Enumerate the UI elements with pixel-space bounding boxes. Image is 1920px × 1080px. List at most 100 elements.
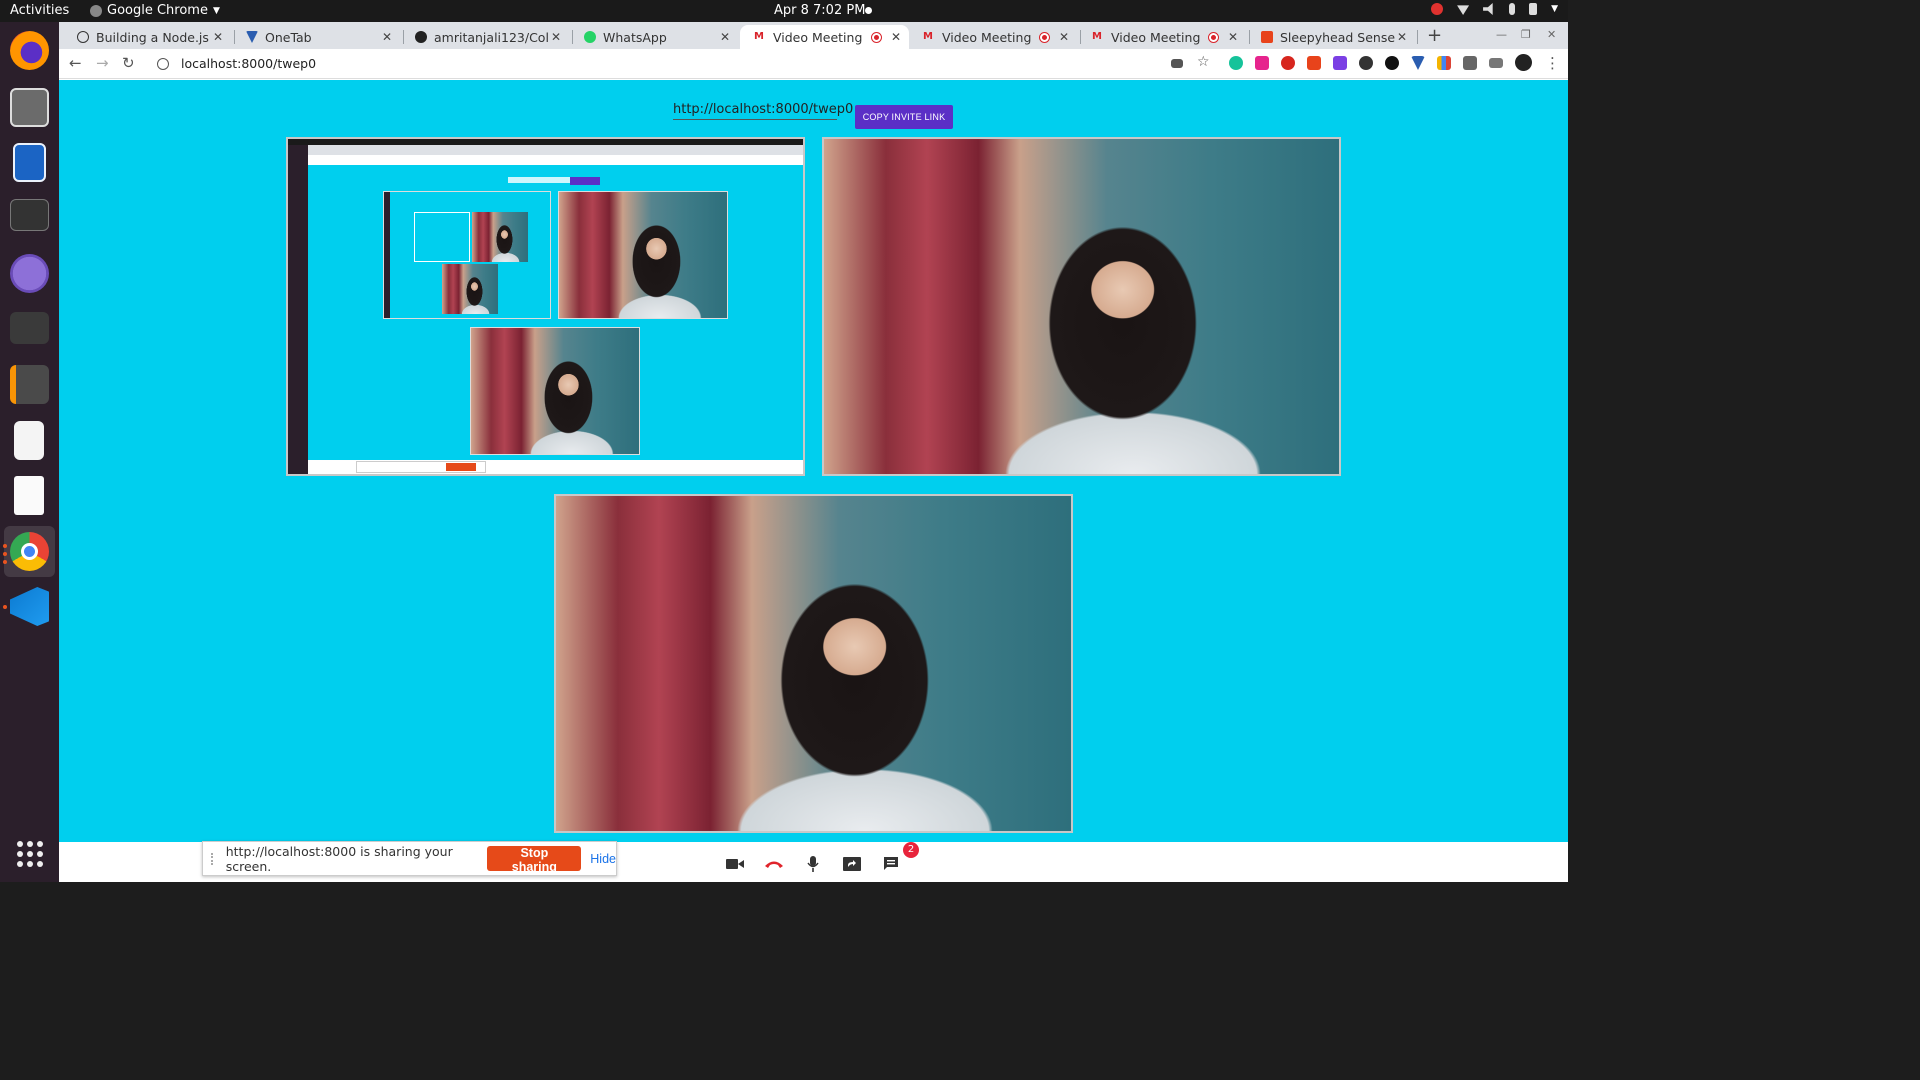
- tab-title: amritanjali123/Collal: [434, 29, 549, 45]
- document-icon[interactable]: [14, 421, 44, 460]
- nested-tab-strip: [308, 145, 803, 155]
- megaphone-icon[interactable]: [1307, 56, 1321, 70]
- show-applications-icon[interactable]: [17, 841, 43, 867]
- reload-icon[interactable]: ↻: [122, 54, 135, 72]
- tab-video-meeting-2[interactable]: M Video Meeting ✕: [909, 25, 1077, 49]
- hide-button[interactable]: Hide: [590, 852, 616, 866]
- tab-title: Video Meeting: [942, 29, 1032, 45]
- terminal-icon[interactable]: [10, 199, 49, 231]
- screen-share-video[interactable]: [286, 137, 805, 476]
- tab-video-meeting-active[interactable]: M Video Meeting ✕: [740, 25, 909, 49]
- adblock-icon[interactable]: [1281, 56, 1295, 70]
- chevron-down-icon[interactable]: ▼: [1551, 4, 1558, 14]
- tab-sleepyhead[interactable]: Sleepyhead Sense - T ✕: [1247, 25, 1415, 49]
- chrome-icon[interactable]: [4, 526, 55, 577]
- whatsapp-icon: [584, 31, 596, 43]
- close-icon[interactable]: ✕: [1395, 30, 1409, 44]
- onetab-icon: [246, 31, 258, 43]
- forward-icon[interactable]: →: [96, 54, 109, 72]
- tab-github[interactable]: amritanjali123/Collal ✕: [401, 25, 569, 49]
- sublime-text-icon[interactable]: [10, 365, 49, 404]
- close-icon[interactable]: ✕: [1057, 30, 1071, 44]
- bookmark-star-icon[interactable]: ☆: [1197, 54, 1210, 70]
- close-icon[interactable]: ✕: [211, 30, 225, 44]
- tab-onetab[interactable]: OneTab ✕: [232, 25, 400, 49]
- onetab-icon[interactable]: [1411, 56, 1425, 70]
- do-not-disturb-icon[interactable]: [1431, 3, 1444, 15]
- close-icon[interactable]: ✕: [549, 30, 563, 44]
- participant-video[interactable]: [822, 137, 1341, 476]
- close-icon[interactable]: ✕: [889, 30, 903, 44]
- text-editor-icon[interactable]: [14, 476, 44, 515]
- close-icon[interactable]: ✕: [380, 30, 394, 44]
- camera-in-use-icon[interactable]: [1171, 59, 1183, 68]
- system-top-bar: Activities Google Chrome ▼ Apr 8 7:02 PM…: [0, 0, 1568, 22]
- restore-icon[interactable]: ❐: [1521, 28, 1531, 41]
- media-control-icon[interactable]: [1489, 58, 1503, 68]
- menu-kebab-icon[interactable]: ⋮: [1545, 54, 1560, 72]
- volume-icon[interactable]: [1483, 3, 1493, 15]
- files-icon[interactable]: [10, 88, 49, 127]
- tab-title: Video Meeting: [1111, 29, 1201, 45]
- address-url: localhost:8000/twep0: [181, 56, 317, 71]
- tab-whatsapp[interactable]: WhatsApp ✕: [570, 25, 738, 49]
- tab-video-meeting-3[interactable]: M Video Meeting ✕: [1078, 25, 1246, 49]
- chat-unread-badge: 2: [903, 842, 919, 858]
- recording-icon: [1040, 32, 1049, 42]
- firefox-icon[interactable]: [10, 31, 49, 70]
- camera-icon[interactable]: [724, 856, 746, 872]
- invite-url-field[interactable]: http://localhost:8000/twep0: [673, 102, 853, 120]
- new-tab-icon[interactable]: +: [1427, 25, 1442, 46]
- profile-avatar-icon[interactable]: [1515, 54, 1532, 71]
- microphone-icon[interactable]: [1509, 3, 1516, 15]
- extension-dots-icon[interactable]: [1333, 56, 1347, 70]
- close-window-icon[interactable]: ✕: [1547, 28, 1556, 41]
- copy-invite-link-button[interactable]: COPY INVITE LINK: [855, 105, 953, 129]
- hangup-icon[interactable]: [763, 856, 785, 872]
- running-indicator: [3, 544, 7, 548]
- back-icon[interactable]: ←: [69, 54, 82, 72]
- tab-title: OneTab: [265, 29, 312, 45]
- nested-copy-button: [570, 177, 600, 185]
- code-icon[interactable]: [1385, 56, 1399, 70]
- system-tray[interactable]: ▼: [1431, 3, 1558, 15]
- address-bar[interactable]: localhost:8000/twep0: [147, 51, 1157, 76]
- vscode-icon[interactable]: [10, 587, 49, 626]
- meeting-page: http://localhost:8000/twep0 COPY INVITE …: [59, 80, 1568, 882]
- meeting-icon: M: [1092, 31, 1102, 42]
- running-indicator: [3, 605, 7, 609]
- stop-sharing-button[interactable]: Stop sharing: [487, 846, 582, 874]
- local-video[interactable]: [554, 494, 1073, 833]
- wifi-icon[interactable]: [1457, 5, 1470, 15]
- app-name: Google Chrome: [107, 3, 208, 18]
- recording-icon: [1209, 32, 1218, 42]
- globe-icon[interactable]: [10, 254, 49, 293]
- grammarly-icon[interactable]: [1229, 56, 1243, 70]
- running-indicator: [3, 560, 7, 564]
- site-info-icon[interactable]: [157, 57, 169, 70]
- drag-handle-icon[interactable]: [211, 852, 216, 865]
- tab-building-nodejs[interactable]: Building a Node.js W ✕: [63, 25, 231, 49]
- close-icon[interactable]: ✕: [1226, 30, 1240, 44]
- tab-title: Video Meeting: [773, 29, 863, 45]
- activities-button[interactable]: Activities: [10, 3, 69, 18]
- extensions-puzzle-icon[interactable]: [1463, 56, 1477, 70]
- microphone-icon[interactable]: [802, 856, 824, 872]
- screen-share-icon[interactable]: [841, 856, 863, 872]
- browser-window: Building a Node.js W ✕ OneTab ✕ amritanj…: [59, 22, 1568, 882]
- chat-icon[interactable]: [880, 856, 902, 872]
- battery-icon[interactable]: [1529, 3, 1538, 15]
- extension-circle-icon[interactable]: [1359, 56, 1373, 70]
- app-menu[interactable]: Google Chrome ▼: [90, 3, 220, 18]
- system-monitor-icon[interactable]: [10, 312, 49, 344]
- chevron-down-icon: ▼: [212, 5, 220, 16]
- clock[interactable]: Apr 8 7:02 PM: [774, 3, 865, 18]
- tab-title: Building a Node.js W: [96, 29, 211, 45]
- analytics-icon[interactable]: [1437, 56, 1451, 70]
- close-icon[interactable]: ✕: [718, 30, 732, 44]
- browser-toolbar: ← → ↻ localhost:8000/twep0 ☆ ⋮: [59, 49, 1568, 79]
- nested-screen-share: [383, 191, 551, 319]
- minimize-icon[interactable]: —: [1496, 28, 1507, 41]
- extension-w-icon[interactable]: [1255, 56, 1269, 70]
- document-viewer-icon[interactable]: [13, 143, 46, 182]
